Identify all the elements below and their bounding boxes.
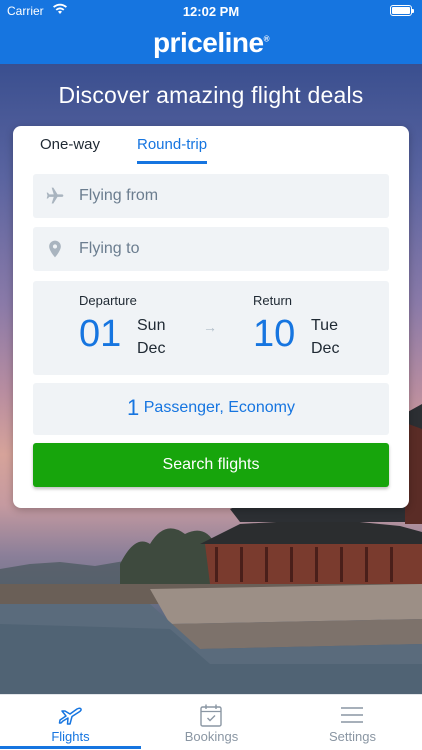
bottom-tab-bar: Flights Bookings Settings (0, 694, 422, 750)
departure-day: 01 (79, 313, 122, 355)
return-weekday: Tue (311, 317, 338, 334)
flight-search-card: One-way Round-trip Flying from Flying to… (13, 126, 409, 508)
menu-icon (338, 703, 366, 727)
departure-date[interactable]: Departure 01 Sun Dec (79, 281, 209, 375)
location-pin-icon (45, 239, 65, 259)
tabbar-item-flights[interactable]: Flights (0, 695, 141, 750)
return-label: Return (253, 293, 293, 308)
date-selector: Departure 01 Sun Dec → Return 10 Tue Dec (33, 281, 389, 375)
passenger-count: 1 (127, 395, 140, 420)
tabbar-item-bookings[interactable]: Bookings (141, 695, 282, 750)
tab-one-way[interactable]: One-way (40, 136, 100, 161)
flying-from-placeholder: Flying from (79, 187, 159, 204)
priceline-logo: priceline® (152, 27, 270, 58)
flying-to-field[interactable]: Flying to (33, 227, 389, 271)
tab-round-trip[interactable]: Round-trip (137, 136, 208, 164)
passenger-selector[interactable]: 1 Passenger, Economy (33, 383, 389, 435)
page-title: Discover amazing flight deals (58, 82, 364, 108)
trip-type-tabs: One-way Round-trip (13, 126, 409, 168)
departure-label: Departure (79, 293, 137, 308)
status-bar: Carrier 12:02 PM (0, 0, 422, 22)
active-tab-indicator (0, 746, 141, 749)
return-month: Dec (311, 340, 340, 357)
return-day: 10 (253, 313, 296, 355)
tabbar-label-flights: Flights (51, 729, 90, 744)
tabbar-label-bookings: Bookings (184, 729, 239, 744)
flying-to-placeholder: Flying to (79, 240, 140, 257)
app-header: Carrier 12:02 PM priceline® (0, 0, 422, 64)
tabbar-label-settings: Settings (329, 729, 376, 744)
departure-weekday: Sun (137, 317, 166, 334)
flying-from-field[interactable]: Flying from (33, 174, 389, 218)
departure-month: Dec (137, 340, 166, 357)
search-flights-button[interactable]: Search flights (33, 443, 389, 487)
plane-icon (56, 703, 84, 727)
clock: 12:02 PM (182, 4, 240, 19)
plane-icon (45, 186, 65, 206)
passenger-description: Passenger, Economy (143, 399, 295, 416)
arrow-right-icon: → (203, 319, 217, 335)
battery-icon (390, 5, 414, 16)
tabbar-item-settings[interactable]: Settings (282, 695, 422, 750)
calendar-check-icon (197, 703, 225, 727)
return-date[interactable]: Return 10 Tue Dec (253, 281, 383, 375)
